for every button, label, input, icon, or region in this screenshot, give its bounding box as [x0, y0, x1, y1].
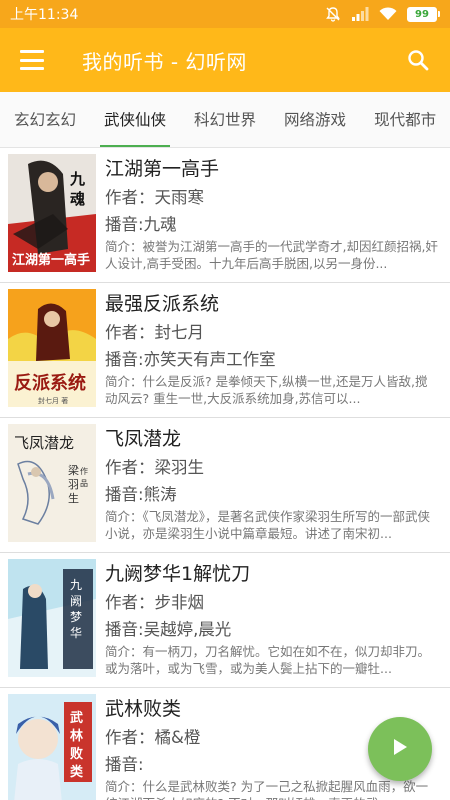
book-narrator: 播音:熊涛 [105, 485, 177, 504]
book-description: 简介：有一柄刀，刀名解忧。它如在如不在，似刀却非刀。或为落叶，或为飞雪，或为美人… [105, 644, 431, 676]
tab-xuanhuan[interactable]: 玄幻玄幻 [0, 92, 90, 147]
status-bar: 上午11:34 99 [0, 0, 450, 28]
battery-level: 99 [407, 6, 437, 22]
book-title: 江湖第一高手 [105, 158, 220, 180]
book-item[interactable]: 九 阙 梦 华 九阙梦华1解忧刀 作者：步非烟 播音:吴越婷,晨光 简介：有一柄… [0, 553, 450, 688]
app-bar: 我的听书 - 幻听网 [0, 28, 450, 92]
book-title: 九阙梦华1解忧刀 [105, 563, 251, 585]
book-narrator: 播音:亦笑天有声工作室 [105, 350, 276, 369]
book-author: 作者：步非烟 [105, 593, 204, 612]
svg-text:武: 武 [70, 710, 83, 726]
book-item[interactable]: 飞凤潜龙 梁 羽 生 作 品 飞凤潜龙 作者：梁羽生 播音:熊涛 简介：《飞凤潜… [0, 418, 450, 553]
tab-kehuan[interactable]: 科幻世界 [180, 92, 270, 147]
book-cover: 九 魂 江湖第一高手 [8, 154, 96, 272]
tab-wangyou[interactable]: 网络游戏 [270, 92, 360, 147]
svg-text:林: 林 [70, 728, 83, 744]
status-icons: 99 [325, 6, 440, 22]
book-cover: 九 阙 梦 华 [8, 559, 96, 677]
book-author: 作者：梁羽生 [105, 458, 204, 477]
svg-text:梁: 梁 [68, 463, 79, 477]
wifi-icon [379, 7, 397, 21]
svg-text:飞凤潜龙: 飞凤潜龙 [14, 434, 74, 452]
book-cover: 反派系统 封七月 著 [8, 289, 96, 407]
svg-text:封七月 著: 封七月 著 [38, 396, 68, 405]
tab-wuxia[interactable]: 武侠仙侠 [90, 92, 180, 147]
book-description: 简介：什么是反派? 是拳倾天下,纵横一世,还是万人皆敌,搅动风云? 重生一世,大… [105, 374, 428, 406]
status-time: 上午11:34 [10, 7, 79, 23]
svg-text:羽: 羽 [68, 478, 79, 491]
play-icon [392, 738, 408, 760]
svg-text:江湖第一高手: 江湖第一高手 [12, 252, 90, 268]
category-tabs: 玄幻玄幻 武侠仙侠 科幻世界 网络游戏 现代都市 [0, 92, 450, 148]
svg-text:败: 败 [70, 747, 83, 762]
book-item[interactable]: 九 魂 江湖第一高手 江湖第一高手 作者：天雨寒 播音:九魂 简介：被誉为江湖第… [0, 148, 450, 283]
svg-text:华: 华 [70, 626, 82, 640]
menu-icon[interactable] [20, 50, 44, 70]
svg-text:品: 品 [80, 479, 88, 488]
book-description: 简介：《飞凤潜龙》，是著名武侠作家梁羽生所写的一部武侠小说，亦是梁羽生小说中篇章… [105, 509, 431, 541]
book-description: 简介：被誉为江湖第一高手的一代武学奇才,却因红颜招祸,奸人设计,高手受困。十九年… [105, 239, 438, 271]
book-description: 简介：什么是武林败类? 为了一己之私掀起腥风血雨，欲一统江湖而杀人如麻的? 不对… [105, 779, 429, 800]
app-title: 我的听书 - 幻听网 [82, 49, 247, 74]
svg-text:作: 作 [80, 466, 88, 476]
svg-text:九: 九 [69, 170, 85, 188]
book-narrator: 播音:吴越婷,晨光 [105, 620, 232, 639]
play-button[interactable] [368, 717, 432, 781]
book-author: 作者：封七月 [105, 323, 204, 342]
search-icon[interactable] [402, 44, 434, 76]
tab-dushi[interactable]: 现代都市 [360, 92, 450, 147]
book-item[interactable]: 反派系统 封七月 著 最强反派系统 作者：封七月 播音:亦笑天有声工作室 简介：… [0, 283, 450, 418]
signal-icon [351, 7, 369, 21]
book-cover: 飞凤潜龙 梁 羽 生 作 品 [8, 424, 96, 542]
book-cover: 武 林 败 类 [8, 694, 96, 800]
svg-text:反派系统: 反派系统 [14, 372, 86, 394]
book-title: 最强反派系统 [105, 293, 220, 315]
book-list[interactable]: 九 魂 江湖第一高手 江湖第一高手 作者：天雨寒 播音:九魂 简介：被誉为江湖第… [0, 148, 450, 800]
book-author: 作者：天雨寒 [105, 188, 204, 207]
svg-text:魂: 魂 [70, 190, 85, 208]
svg-text:九: 九 [70, 578, 82, 592]
mute-icon [325, 6, 341, 22]
svg-text:梦: 梦 [70, 610, 82, 624]
battery-icon: 99 [407, 6, 440, 22]
book-narrator: 播音:九魂 [105, 215, 177, 234]
svg-text:类: 类 [70, 764, 84, 780]
svg-text:阙: 阙 [70, 594, 82, 608]
svg-text:生: 生 [68, 491, 79, 505]
book-title: 飞凤潜龙 [105, 428, 182, 450]
